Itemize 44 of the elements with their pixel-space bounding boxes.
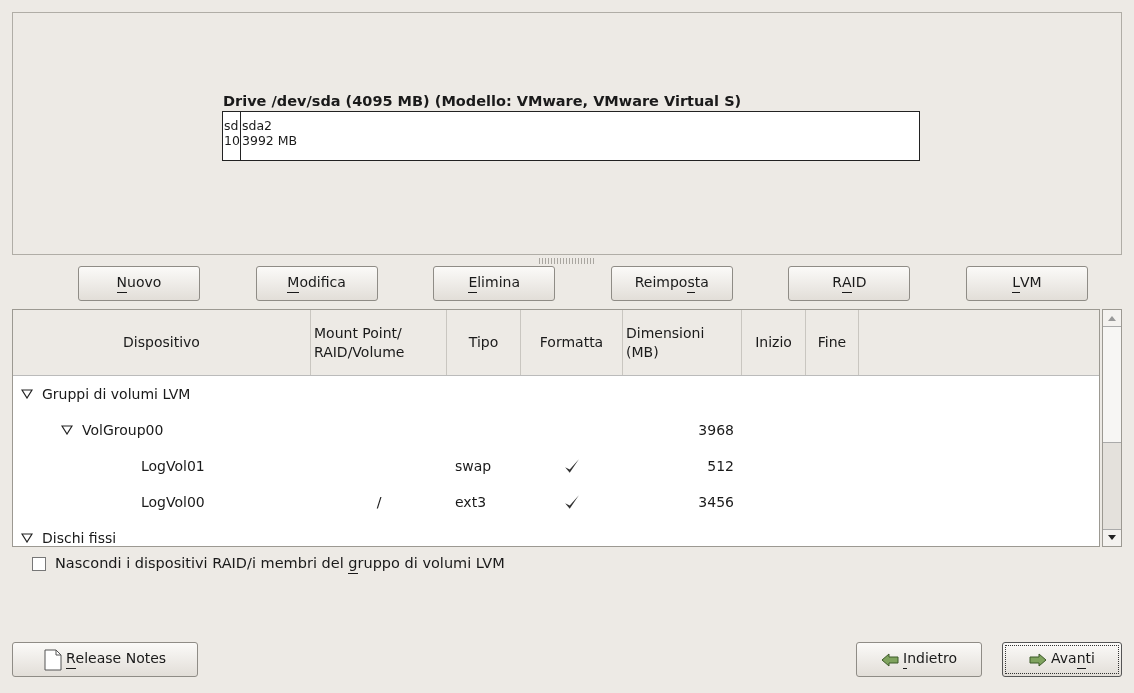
column-header[interactable]: Formatta (521, 310, 623, 375)
document-icon (43, 648, 62, 671)
device-name[interactable]: VolGroup00 (82, 422, 164, 438)
table-cell: 3456 (698, 494, 734, 510)
expander-icon[interactable] (21, 533, 33, 543)
device-name[interactable]: LogVol01 (141, 458, 205, 474)
action-button[interactable]: Modifica (255, 266, 378, 301)
expander-icon[interactable] (21, 389, 33, 399)
checkbox[interactable] (32, 557, 46, 572)
drive-title: Drive /dev/sda (4095 MB) (Modello: VMware, VMware Virtual S) (223, 93, 743, 109)
scrollbar[interactable] (1102, 309, 1122, 547)
device-name[interactable]: LogVol00 (141, 494, 205, 510)
device-name[interactable]: Gruppi di volumi LVM (42, 386, 191, 402)
partition-name: sd (223, 118, 240, 133)
partition-size: 3992 MB (241, 133, 299, 148)
column-header[interactable]: Mount Point/ RAID/Volume (311, 310, 447, 375)
table-cell: 512 (707, 458, 734, 474)
expander-icon[interactable] (61, 425, 73, 435)
partition-size: 10 (223, 133, 240, 148)
table-cell: ext3 (455, 494, 487, 510)
action-button[interactable]: RAID (788, 266, 911, 301)
pane-handle[interactable] (539, 258, 595, 264)
device-name[interactable]: Dischi fissi (42, 530, 117, 546)
action-button[interactable]: Nuovo (78, 266, 200, 301)
column-header[interactable]: Tipo (447, 310, 521, 375)
down-arrow-icon[interactable] (1108, 535, 1116, 541)
right-arrow-icon (1029, 652, 1048, 667)
table-cell: / (376, 494, 382, 510)
column-header[interactable]: Dimensioni (MB) (623, 310, 742, 375)
action-button[interactable]: Reimposta (610, 266, 733, 301)
left-arrow-icon (881, 652, 900, 667)
partition-name: sda2 (241, 118, 274, 133)
table-cell: 3968 (698, 422, 734, 438)
next-button[interactable]: Avanti (1002, 642, 1122, 677)
column-header[interactable]: Inizio (742, 310, 806, 375)
action-button[interactable]: Elimina (433, 266, 556, 301)
up-arrow-icon[interactable] (1108, 315, 1116, 321)
column-header[interactable]: Fine (806, 310, 859, 375)
table-cell: swap (455, 458, 492, 474)
checkbox-label[interactable]: Nascondi i dispositivi RAID/i membri del gruppo di volumi LVM (55, 555, 505, 574)
release-notes-button[interactable]: Release Notes (12, 642, 198, 677)
column-header[interactable]: Dispositivo (13, 310, 311, 375)
action-button[interactable]: LVM (965, 266, 1088, 301)
back-button[interactable]: Indietro (856, 642, 982, 677)
